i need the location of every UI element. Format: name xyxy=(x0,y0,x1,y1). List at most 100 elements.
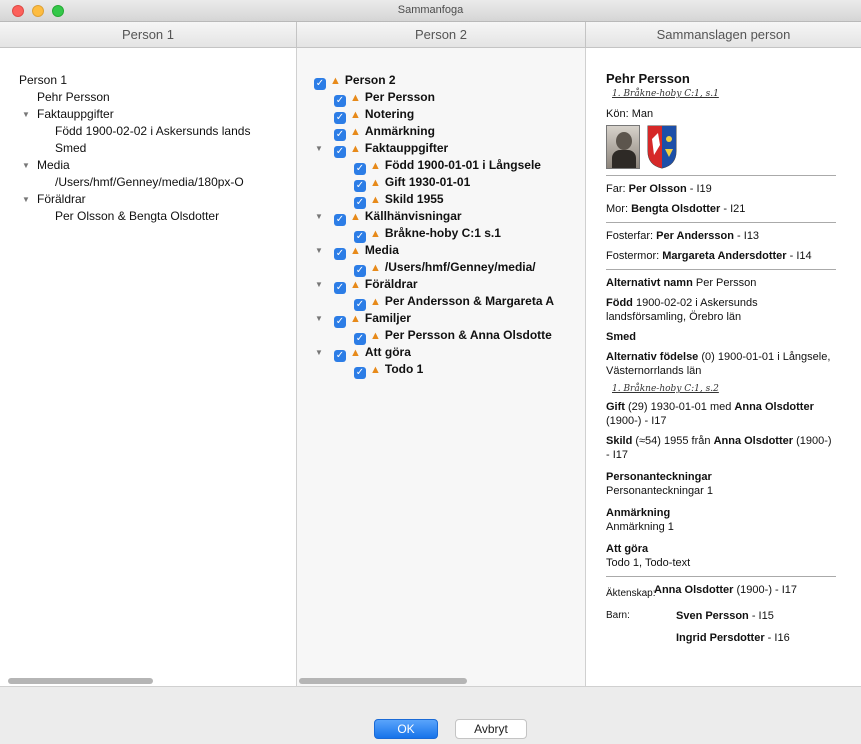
disclosure-triangle-icon[interactable]: ▼ xyxy=(21,157,31,174)
mother-link[interactable]: Bengta Olsdotter xyxy=(631,203,720,215)
tree-row-content: ✓ ▲ Anmärkning xyxy=(334,123,435,141)
person2-pane[interactable]: ✓ ▲ Person 2 ✓ ▲ Per Persson ✓ ▲ Notering ✓ ▲ Anmär… xyxy=(297,48,586,686)
disclosure-triangle-icon[interactable]: ▼ xyxy=(314,242,324,259)
foster-mother-link[interactable]: Margareta Andersdotter xyxy=(662,250,786,262)
person2-horizontal-scrollbar[interactable] xyxy=(297,674,585,686)
portrait-image[interactable] xyxy=(606,125,640,169)
father-link[interactable]: Per Olsson xyxy=(629,183,687,195)
tree-row-label: Källhänvisningar xyxy=(364,209,462,223)
warning-icon: ▲ xyxy=(370,194,381,206)
tree-row[interactable]: ✓ ▲ Per Andersson & Margareta A xyxy=(297,293,585,311)
married-spouse-rest: (1900-) - I17 xyxy=(606,415,667,427)
disclosure-triangle-icon[interactable]: ▼ xyxy=(314,310,324,327)
warning-icon: ▲ xyxy=(350,211,361,223)
tree-row[interactable]: ✓ ▲ Person 2 xyxy=(297,72,585,90)
warning-icon: ▲ xyxy=(350,126,361,138)
warning-icon: ▲ xyxy=(350,347,361,359)
tree-row[interactable]: ▼ Faktauppgifter xyxy=(0,106,296,123)
foster-father-link[interactable]: Per Andersson xyxy=(656,230,734,242)
tree-row[interactable]: Smed xyxy=(0,140,296,157)
source-citation-link[interactable]: 1. Bråkne-hoby C:1, s.1 xyxy=(612,89,719,99)
warning-icon: ▲ xyxy=(350,279,361,291)
tree-row-label: Pehr Persson xyxy=(37,90,110,104)
tree-row[interactable]: ✓ ▲ Gift 1930-01-01 xyxy=(297,174,585,192)
cancel-button[interactable]: Avbryt xyxy=(455,719,527,739)
tree-row[interactable]: ✓ ▲ Född 1900-01-01 i Långsele xyxy=(297,157,585,175)
tree-row[interactable]: ▼ ✓ ▲ Media xyxy=(297,242,585,260)
tree-row-label: Bråkne-hoby C:1 s.1 xyxy=(384,226,501,240)
tree-row[interactable]: Pehr Persson xyxy=(0,89,296,106)
tree-row[interactable]: /Users/hmf/Genney/media/180px-O xyxy=(0,174,296,191)
warning-icon: ▲ xyxy=(350,92,361,104)
tree-row[interactable]: ▼ Föräldrar xyxy=(0,191,296,208)
coat-of-arms-image[interactable] xyxy=(647,125,677,169)
occupation-value: Smed xyxy=(606,331,636,343)
disclosure-triangle-icon[interactable]: ▼ xyxy=(314,208,324,225)
column-header-merged: Sammanslagen person xyxy=(586,22,861,48)
person1-pane[interactable]: Person 1 Pehr Persson ▼ Faktauppgifter Född … xyxy=(0,48,297,686)
warning-icon: ▲ xyxy=(370,177,381,189)
tree-row[interactable]: ✓ ▲ Todo 1 xyxy=(297,361,585,379)
tree-row-content: ✓ ▲ Person 2 xyxy=(314,72,396,90)
tree-row[interactable]: ✓ ▲ Bråkne-hoby C:1 s.1 xyxy=(297,225,585,243)
tree-row[interactable]: ▼ Media xyxy=(0,157,296,174)
child-link[interactable]: Ingrid Persdotter xyxy=(676,632,765,644)
scrollbar-thumb[interactable] xyxy=(8,678,153,684)
tree-row[interactable]: ✓ ▲/Users/hmf/Genney/media/ xyxy=(297,259,585,277)
warning-icon: ▲ xyxy=(350,109,361,121)
tree-row[interactable]: ✓ ▲ Skild 1955 xyxy=(297,191,585,209)
tree-row-content: ✓ ▲ Källhänvisningar xyxy=(334,208,462,226)
source-citation-link[interactable]: 1. Bråkne-hoby C:1, s.2 xyxy=(612,384,719,394)
tree-row[interactable]: ▼ ✓ ▲ Föräldrar xyxy=(297,276,585,294)
tree-row-label: Faktauppgifter xyxy=(37,107,114,121)
tree-row[interactable]: ▼ ✓ ▲ Faktauppgifter xyxy=(297,140,585,158)
father-label: Far: xyxy=(606,183,626,195)
tree-row[interactable]: Född 1900-02-02 i Askersunds lands xyxy=(0,123,296,140)
person1-tree: Person 1 Pehr Persson ▼ Faktauppgifter Född … xyxy=(0,72,296,225)
marriage-spouse-link[interactable]: Anna Olsdotter xyxy=(654,584,733,596)
disclosure-triangle-icon[interactable]: ▼ xyxy=(21,191,31,208)
disclosure-triangle-icon[interactable]: ▼ xyxy=(21,106,31,123)
scrollbar-thumb[interactable] xyxy=(299,678,467,684)
divider xyxy=(606,269,836,270)
tree-row-label: Per Persson & Anna Olsdotte xyxy=(384,328,552,342)
column-headers: Person 1 Person 2 Sammanslagen person xyxy=(0,22,861,48)
married-spouse-link[interactable]: Anna Olsdotter xyxy=(734,401,813,413)
person1-horizontal-scrollbar[interactable] xyxy=(0,674,296,686)
foster-mother-label: Fostermor: xyxy=(606,250,660,262)
tree-row[interactable]: ✓ ▲ Anmärkning xyxy=(297,123,585,141)
child-id: - I15 xyxy=(748,610,774,622)
remark-value: Anmärkning 1 xyxy=(606,521,674,533)
tree-row-label: Familjer xyxy=(364,311,411,325)
foster-father-label: Fosterfar: xyxy=(606,230,654,242)
tree-row[interactable]: ✓ ▲ Per Persson & Anna Olsdotte xyxy=(297,327,585,345)
tree-row-content: ✓ ▲/Users/hmf/Genney/media/ xyxy=(354,259,536,277)
tree-row-label: Föräldrar xyxy=(364,277,418,291)
ok-button[interactable]: OK xyxy=(374,719,438,739)
tree-row[interactable]: Person 1 xyxy=(0,72,296,89)
tree-row[interactable]: ▼ ✓ ▲ Familjer xyxy=(297,310,585,328)
father-id: - I19 xyxy=(686,183,712,195)
tree-row-label: Faktauppgifter xyxy=(364,141,449,155)
merged-person-pane[interactable]: Pehr Persson 1. Bråkne-hoby C:1, s.1 Kön… xyxy=(586,48,861,686)
marriage-spouse-rest: (1900-) - I17 xyxy=(736,584,798,596)
child-link[interactable]: Sven Persson xyxy=(676,610,749,622)
tree-row-label: /Users/hmf/Genney/media/ xyxy=(384,260,536,274)
tree-row-content: ✓ ▲ Född 1900-01-01 i Långsele xyxy=(354,157,541,175)
divorced-spouse-link[interactable]: Anna Olsdotter xyxy=(714,435,793,447)
disclosure-triangle-icon[interactable]: ▼ xyxy=(314,140,324,157)
tree-row-label: Per Persson xyxy=(364,90,435,104)
warning-icon: ▲ xyxy=(350,143,361,155)
warning-icon: ▲ xyxy=(370,364,381,376)
tree-row-label: Media xyxy=(364,243,399,257)
include-checkbox[interactable]: ✓ xyxy=(354,367,366,379)
tree-row[interactable]: ✓ ▲ Per Persson xyxy=(297,89,585,107)
tree-row[interactable]: Per Olsson & Bengta Olsdotter xyxy=(0,208,296,225)
warning-icon: ▲ xyxy=(370,296,381,308)
column-header-person2: Person 2 xyxy=(297,22,586,48)
disclosure-triangle-icon[interactable]: ▼ xyxy=(314,276,324,293)
tree-row[interactable]: ▼ ✓ ▲ Att göra xyxy=(297,344,585,362)
tree-row[interactable]: ✓ ▲ Notering xyxy=(297,106,585,124)
disclosure-triangle-icon[interactable]: ▼ xyxy=(314,344,324,361)
tree-row[interactable]: ▼ ✓ ▲ Källhänvisningar xyxy=(297,208,585,226)
